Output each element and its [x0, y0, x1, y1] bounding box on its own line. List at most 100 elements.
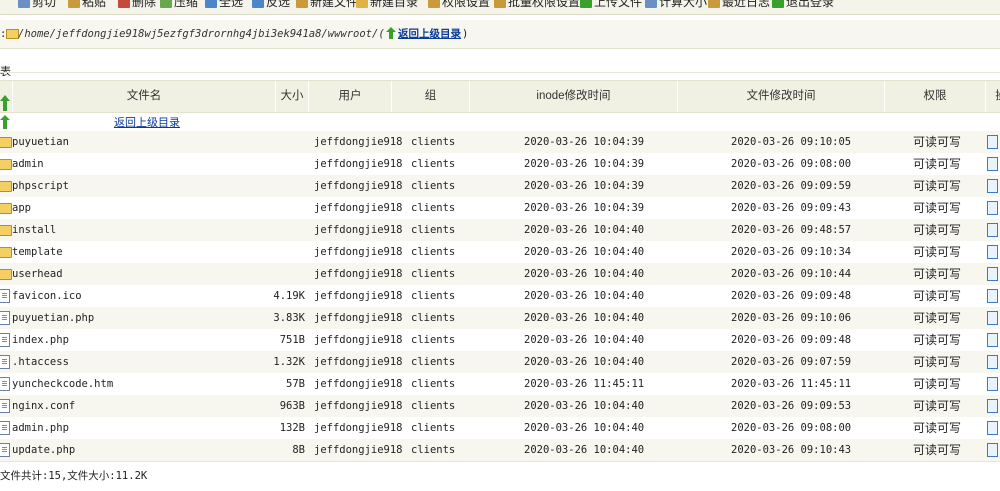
file-name[interactable]: update.php — [12, 439, 75, 461]
toolbar-item[interactable]: 计算大小 — [645, 0, 707, 11]
file-name[interactable]: userhead — [12, 263, 63, 285]
toolbar-item-label: 退出登录 — [786, 0, 835, 9]
toolbar-item[interactable]: 新建目录 — [356, 0, 418, 11]
file-permission[interactable]: 可读可写 — [913, 197, 961, 219]
file-name[interactable]: nginx.conf — [12, 395, 75, 417]
table-row[interactable]: update.php 8B jeffdongjie918 clients 2020-03… — [0, 439, 1000, 461]
table-row[interactable]: index.php 751B jeffdongjie918 clients 2020-0… — [0, 329, 1000, 351]
col-header-group[interactable]: 组 — [391, 81, 469, 112]
file-permission[interactable]: 可读可写 — [913, 395, 961, 417]
inode-modified-time: 2020-03-26 10:04:39 — [524, 202, 645, 214]
file-permission[interactable]: 可读可写 — [913, 329, 961, 351]
file-permission[interactable]: 可读可写 — [913, 307, 961, 329]
parent-directory-link[interactable]: 返回上级目录 — [114, 114, 180, 130]
folder-icon — [0, 203, 12, 214]
file-group: clients — [411, 356, 456, 368]
edit-icon[interactable] — [987, 201, 998, 215]
col-header-size[interactable]: 大小 — [275, 81, 308, 112]
toolbar-item[interactable]: 最近日志 — [708, 0, 770, 11]
file-name[interactable]: admin.php — [12, 417, 69, 439]
toolbar-item[interactable]: 全选 — [205, 0, 243, 11]
file-name[interactable]: phpscript — [12, 175, 69, 197]
edit-icon[interactable] — [987, 157, 998, 171]
file-permission[interactable]: 可读可写 — [913, 417, 961, 439]
table-row[interactable]: favicon.ico 4.19K jeffdongjie918 clients 202… — [0, 285, 1000, 307]
up-arrow-icon[interactable] — [0, 95, 10, 111]
col-header-inode-time[interactable]: inode修改时间 — [469, 81, 677, 112]
edit-icon[interactable] — [987, 355, 998, 369]
file-permission[interactable]: 可读可写 — [913, 263, 961, 285]
table-row[interactable]: puyuetian jeffdongjie918 clients 2020-03-26… — [0, 131, 1000, 153]
file-name[interactable]: puyuetian — [12, 131, 69, 153]
file-owner: jeffdongjie918 — [314, 158, 403, 170]
toolbar-item[interactable]: 新建文件 — [296, 0, 358, 11]
table-row[interactable]: phpscript jeffdongjie918 clients 2020-03-26… — [0, 175, 1000, 197]
file-name[interactable]: app — [12, 197, 31, 219]
file-name[interactable]: .htaccess — [12, 351, 69, 373]
file-name[interactable]: install — [12, 219, 56, 241]
toolbar-item[interactable]: 退出登录 — [772, 0, 834, 11]
folder-icon — [0, 159, 12, 170]
table-row[interactable]: admin.php 132B jeffdongjie918 clients 2020-0… — [0, 417, 1000, 439]
col-header-permission[interactable]: 权限 — [884, 81, 985, 112]
file-permission[interactable]: 可读可写 — [913, 241, 961, 263]
file-name[interactable]: template — [12, 241, 63, 263]
table-row[interactable]: install jeffdongjie918 clients 2020-03-26 1… — [0, 219, 1000, 241]
edit-icon[interactable] — [987, 245, 998, 259]
file-permission[interactable]: 可读可写 — [913, 351, 961, 373]
toolbar-item-icon — [772, 0, 784, 8]
table-row[interactable]: nginx.conf 963B jeffdongjie918 clients 2020-… — [0, 395, 1000, 417]
file-group: clients — [411, 202, 456, 214]
edit-icon[interactable] — [987, 311, 998, 325]
toolbar-item[interactable]: 删除 — [118, 0, 156, 11]
toolbar-item[interactable]: 反选 — [252, 0, 290, 11]
edit-icon[interactable] — [987, 421, 998, 435]
toolbar-item[interactable]: 压缩 — [160, 0, 198, 11]
table-row[interactable]: app jeffdongjie918 clients 2020-03-26 10:04… — [0, 197, 1000, 219]
file-permission[interactable]: 可读可写 — [913, 373, 961, 395]
table-row[interactable]: userhead jeffdongjie918 clients 2020-03-26 … — [0, 263, 1000, 285]
file-permission[interactable]: 可读可写 — [913, 175, 961, 197]
file-permission[interactable]: 可读可写 — [913, 219, 961, 241]
col-header-user[interactable]: 用户 — [308, 81, 391, 112]
up-arrow-icon[interactable] — [0, 115, 10, 129]
file-name[interactable]: admin — [12, 153, 44, 175]
table-row[interactable]: yuncheckcode.htm 57B jeffdongjie918 clients… — [0, 373, 1000, 395]
file-name[interactable]: index.php — [12, 329, 69, 351]
table-row[interactable]: template jeffdongjie918 clients 2020-03-26 … — [0, 241, 1000, 263]
toolbar-item[interactable]: 剪切 — [18, 0, 56, 11]
edit-icon[interactable] — [987, 443, 998, 457]
file-name[interactable]: favicon.ico — [12, 285, 82, 307]
edit-icon[interactable] — [987, 377, 998, 391]
toolbar-item-label: 粘贴 — [82, 0, 107, 9]
edit-icon[interactable] — [987, 333, 998, 347]
toolbar-item[interactable]: 权限设置 — [428, 0, 490, 11]
parent-directory-row: 返回上级目录 — [0, 113, 1000, 131]
edit-icon[interactable] — [987, 289, 998, 303]
file-name[interactable]: puyuetian.php — [12, 307, 94, 329]
toolbar-item[interactable]: 粘贴 — [68, 0, 106, 11]
table-row[interactable]: admin jeffdongjie918 clients 2020-03-26 10:… — [0, 153, 1000, 175]
file-owner: jeffdongjie918 — [314, 224, 403, 236]
file-owner: jeffdongjie918 — [314, 312, 403, 324]
edit-icon[interactable] — [987, 179, 998, 193]
file-permission[interactable]: 可读可写 — [913, 285, 961, 307]
inode-modified-time: 2020-03-26 10:04:40 — [524, 246, 645, 258]
table-row[interactable]: .htaccess 1.32K jeffdongjie918 clients 2020-… — [0, 351, 1000, 373]
edit-icon[interactable] — [987, 135, 998, 149]
file-permission[interactable]: 可读可写 — [913, 153, 961, 175]
toolbar-item[interactable]: 批量权限设置 — [494, 0, 580, 11]
col-header-modified-time[interactable]: 文件修改时间 — [677, 81, 884, 112]
toolbar-item[interactable]: 上传文件 — [580, 0, 642, 11]
edit-icon[interactable] — [987, 399, 998, 413]
file-owner: jeffdongjie918 — [314, 334, 403, 346]
file-name[interactable]: yuncheckcode.htm — [12, 373, 113, 395]
parent-directory-link[interactable]: 返回上级目录 — [398, 26, 461, 42]
col-header-name[interactable]: 文件名 — [12, 81, 275, 112]
table-row[interactable]: puyuetian.php 3.83K jeffdongjie918 clients 2… — [0, 307, 1000, 329]
edit-icon[interactable] — [987, 267, 998, 281]
file-group: clients — [411, 312, 456, 324]
edit-icon[interactable] — [987, 223, 998, 237]
file-permission[interactable]: 可读可写 — [913, 439, 961, 461]
file-permission[interactable]: 可读可写 — [913, 131, 961, 153]
